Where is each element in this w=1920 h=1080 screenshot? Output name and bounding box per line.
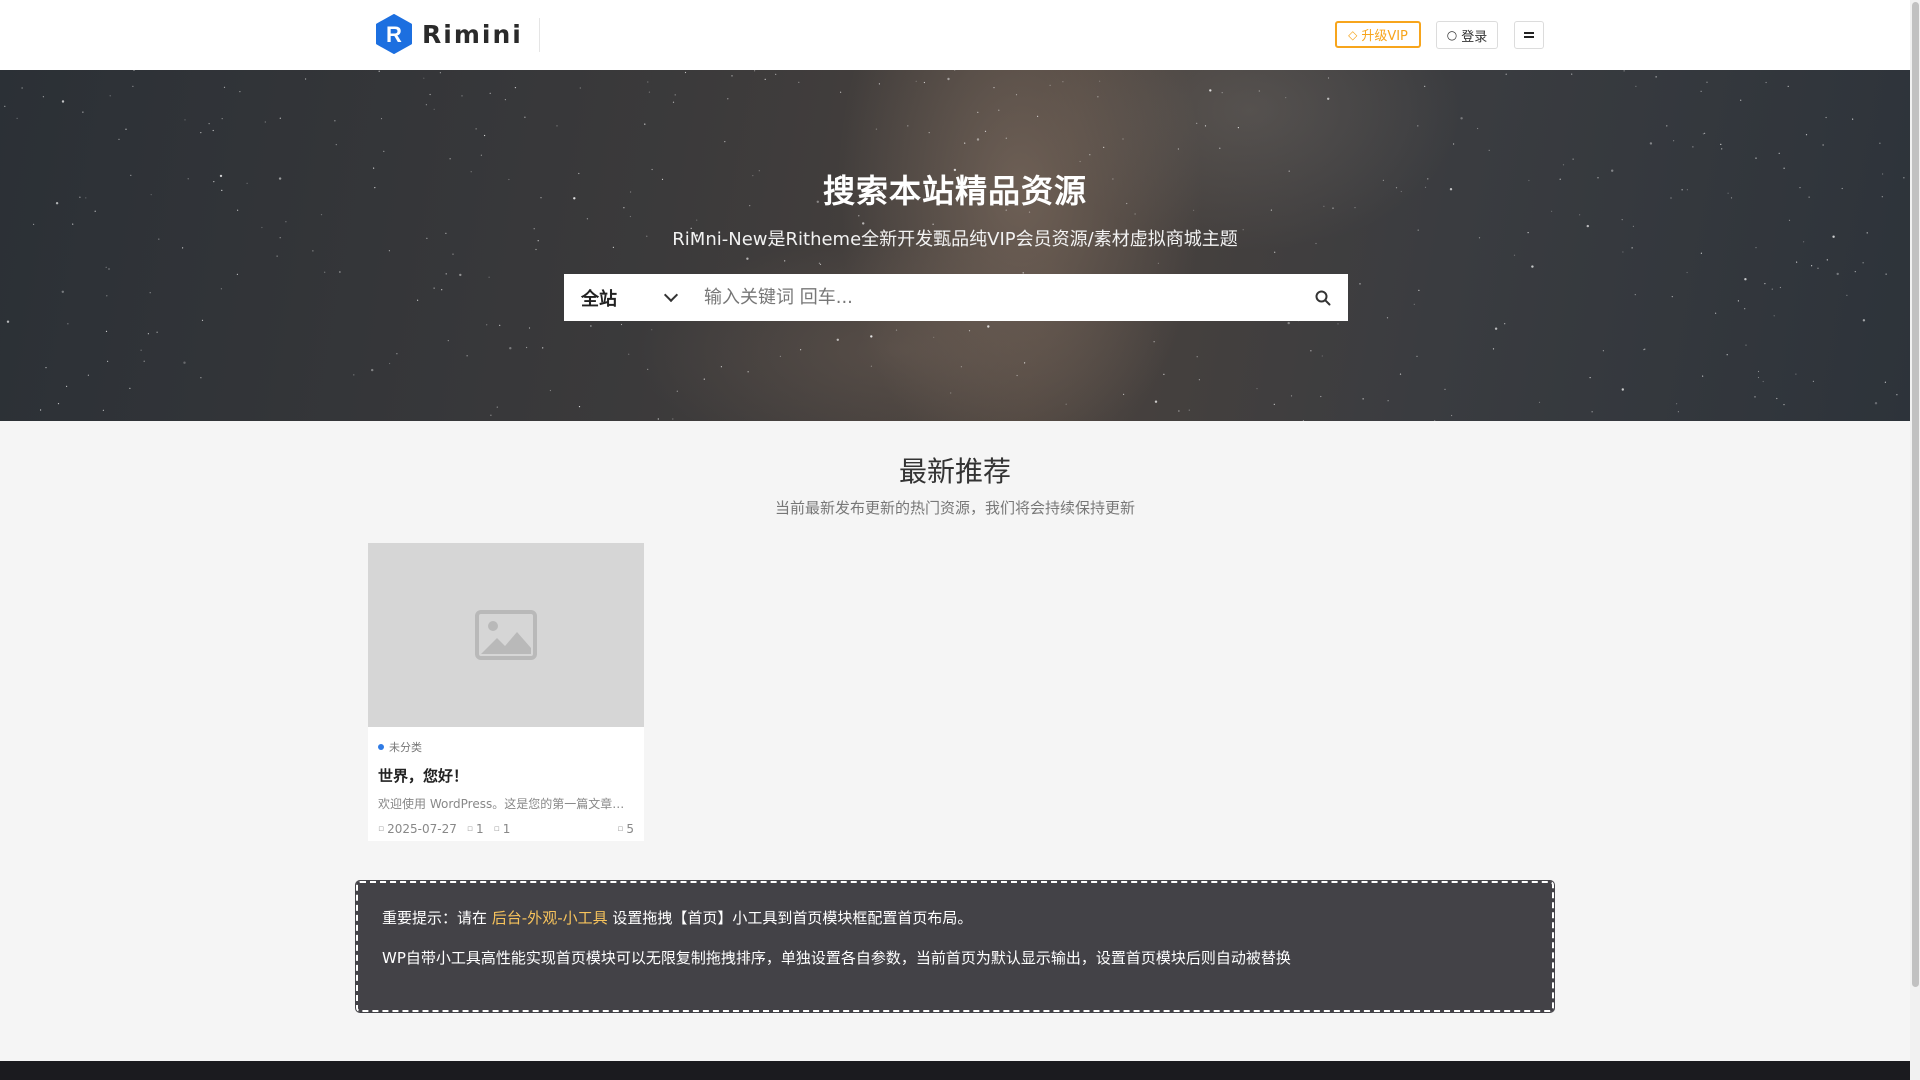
heart-icon: ▫ (493, 824, 500, 834)
upgrade-vip-label: 升级VIP (1361, 29, 1408, 44)
site-header: R Rimini ◇ 升级VIP ○ 登录 (0, 0, 1910, 71)
post-likes: ▫ 1 (494, 822, 511, 836)
scrollbar-thumb[interactable] (1912, 2, 1919, 987)
hero-title: 搜索本站精品资源 (822, 172, 1087, 210)
post-card: 未分类 世界，您好！ 欢迎使用 WordPress。这是您的第一篇文章。编辑或删… (368, 543, 644, 841)
post-title[interactable]: 世界，您好！ (378, 765, 634, 786)
post-likes-value: 1 (502, 822, 511, 836)
search-bar: 全站 (564, 274, 1348, 321)
notice-prefix: 重要提示：请在 (382, 909, 492, 927)
setup-notice: 重要提示：请在 后台-外观-小工具 设置拖拽【首页】小工具到首页模块框配置首页布… (355, 880, 1555, 1013)
header-divider (539, 18, 540, 52)
menu-icon (1524, 32, 1534, 38)
post-date: ▫ 2025-07-27 (378, 822, 457, 836)
diamond-icon: ◇ (1348, 27, 1358, 42)
widgets-admin-link[interactable]: 后台-外观-小工具 (492, 909, 608, 927)
comment-icon: ▫ (617, 824, 624, 834)
notice-line-1: 重要提示：请在 后台-外观-小工具 设置拖拽【首页】小工具到首页模块框配置首页布… (382, 908, 1528, 928)
search-icon (1315, 290, 1331, 305)
post-category-label: 未分类 (389, 741, 422, 754)
search-scope-select[interactable]: 全站 (564, 274, 692, 321)
login-label: 登录 (1461, 29, 1488, 45)
search-button[interactable] (1298, 274, 1348, 321)
logo-icon: R (375, 14, 413, 54)
search-scope-value: 全站 (581, 288, 617, 310)
image-placeholder-icon (475, 610, 537, 660)
notice-line-2: WP自带小工具高性能实现首页模块可以无限复制拖拽排序，单独设置各自参数，当前首页… (382, 949, 1291, 967)
search-input[interactable] (692, 274, 1298, 321)
notice-suffix: 设置拖拽【首页】小工具到首页模块框配置首页布局。 (607, 909, 973, 927)
post-date-value: 2025-07-27 (387, 822, 457, 836)
post-category[interactable]: 未分类 (378, 739, 634, 755)
calendar-icon: ▫ (378, 824, 385, 834)
post-views: ▫ 1 (467, 822, 484, 836)
logo-text: Rimini (422, 19, 523, 49)
post-views-value: 1 (475, 822, 484, 836)
hero-subtitle: RiMni-New是Ritheme全新开发甄品纯VIP会员资源/素材虚拟商城主题 (672, 229, 1238, 250)
category-dot-icon (378, 744, 384, 750)
eye-icon: ▫ (466, 824, 473, 834)
menu-button[interactable] (1514, 21, 1544, 49)
login-button[interactable]: ○ 登录 (1436, 21, 1498, 49)
section-title: 最新推荐 (898, 455, 1011, 488)
post-comments-value: 5 (626, 822, 634, 836)
post-comments: ▫ 5 (617, 822, 634, 836)
section-subtitle: 当前最新发布更新的热门资源，我们将会持续保持更新 (774, 499, 1135, 517)
site-footer (0, 1061, 1910, 1080)
post-excerpt: 欢迎使用 WordPress。这是您的第一篇文章。编辑或删除它，然后开始写作吧！ (378, 797, 634, 811)
post-thumbnail[interactable] (368, 543, 644, 727)
chevron-down-icon (663, 287, 679, 303)
logo-letter: R (386, 22, 402, 47)
upgrade-vip-button[interactable]: ◇ 升级VIP (1335, 21, 1421, 48)
hero-banner: 搜索本站精品资源 RiMni-New是Ritheme全新开发甄品纯VIP会员资源… (0, 70, 1910, 421)
user-icon: ○ (1446, 28, 1458, 42)
post-meta: ▫ 2025-07-27 ▫ 1 ▫ 1 ▫ 5 (378, 822, 634, 836)
site-logo[interactable]: R Rimini (375, 14, 523, 54)
